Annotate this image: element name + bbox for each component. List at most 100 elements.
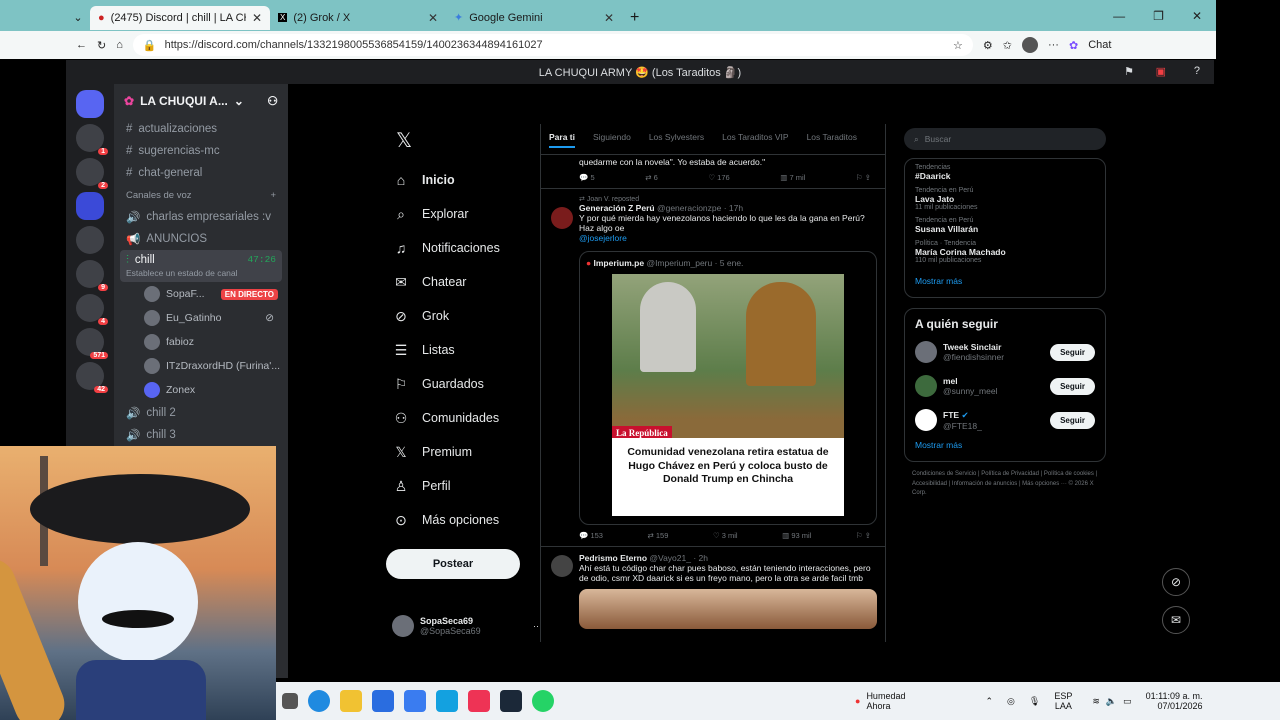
back-icon[interactable]: ←	[76, 39, 87, 51]
chat-button[interactable]: Chat	[1088, 39, 1111, 51]
post-button[interactable]: Postear	[386, 549, 520, 579]
steam-icon[interactable]	[500, 690, 522, 712]
tweet[interactable]: quedarme con la novela". Yo estaba de ac…	[541, 155, 885, 189]
discord-taskbar-icon[interactable]	[468, 690, 490, 712]
follow-suggestion[interactable]: mel @sunny_meel Seguir	[905, 369, 1105, 403]
server-icon[interactable]: 9	[76, 260, 108, 291]
close-window-icon[interactable]: ✕	[1192, 9, 1202, 23]
chevron-up-icon[interactable]: ⌃	[985, 696, 993, 707]
home-icon[interactable]: ⌂	[116, 39, 123, 51]
x-logo-icon[interactable]: 𝕏	[392, 128, 542, 153]
weather-widget[interactable]: ● Humedad Ahora	[855, 691, 905, 711]
repost-button[interactable]: ⇄ 6	[645, 173, 658, 182]
nav-chat[interactable]: ✉ Chatear	[392, 265, 542, 299]
nav-lists[interactable]: ☰ Listas	[392, 333, 542, 367]
announcement-channel[interactable]: 📢 ANUNCIOS	[114, 228, 288, 250]
inbox-icon[interactable]: ▣	[1156, 65, 1166, 78]
favorites-icon[interactable]: ✩	[1003, 39, 1012, 52]
maximize-icon[interactable]: ❐	[1153, 9, 1164, 23]
tab-gemini[interactable]: ✦ Google Gemini ✕	[446, 6, 622, 30]
follow-suggestion[interactable]: Tweek Sinclair @fiendishsinner Seguir	[905, 335, 1105, 369]
start-icon[interactable]	[282, 693, 298, 709]
wifi-icon[interactable]: ≋	[1092, 696, 1100, 707]
author-name[interactable]: Pedrismo Eterno	[579, 553, 647, 563]
nav-more[interactable]: ⊙ Más opciones	[392, 503, 542, 537]
mention-link[interactable]: @josejerlore	[579, 233, 627, 243]
trend-item[interactable]: Política · Tendencia María Corina Machado…	[905, 237, 1105, 267]
extensions-icon[interactable]: ⚙	[983, 39, 993, 52]
tray-icon[interactable]: ◎	[1007, 696, 1015, 707]
nav-home[interactable]: ⌂ Inicio	[392, 163, 542, 197]
whatsapp-icon[interactable]	[532, 690, 554, 712]
tab-grok[interactable]: X (2) Grok / X ✕	[270, 6, 446, 30]
voice-user[interactable]: Zonex	[114, 378, 288, 402]
new-tab-button[interactable]: +	[622, 6, 647, 30]
battery-icon[interactable]: ▭	[1123, 696, 1132, 707]
bookmark-icon[interactable]: ⚐ ⇪	[856, 173, 871, 182]
close-icon[interactable]: ✕	[428, 11, 438, 25]
bookmark-icon[interactable]: ⚐ ⇪	[856, 531, 871, 540]
add-channel-icon[interactable]: +	[270, 190, 276, 201]
show-more-link[interactable]: Mostrar más	[905, 437, 1105, 453]
avatar[interactable]	[551, 207, 573, 229]
reload-icon[interactable]: ↻	[97, 39, 106, 52]
help-icon[interactable]: ?	[1194, 65, 1200, 77]
nav-profile[interactable]: ♙ Perfil	[392, 469, 542, 503]
follow-button[interactable]: Seguir	[1050, 411, 1095, 429]
volume-icon[interactable]: 🔈	[1106, 696, 1117, 707]
store-icon[interactable]	[372, 690, 394, 712]
news-image[interactable]: La República Comunidad venezolana retira…	[612, 274, 844, 516]
input-language[interactable]: ESP LAA	[1054, 691, 1072, 711]
follow-button[interactable]: Seguir	[1050, 343, 1095, 361]
voice-user[interactable]: ITzDraxordHD (Furina'...	[114, 354, 288, 378]
nav-communities[interactable]: ⚇ Comunidades	[392, 401, 542, 435]
server-header[interactable]: ✿ LA CHUQUI A... ⌄ ⚇	[114, 84, 288, 118]
grok-float-icon[interactable]: ⊘	[1162, 568, 1190, 596]
follow-button[interactable]: Seguir	[1050, 377, 1095, 395]
tweet[interactable]: ⇄ Joan V. reposted Generación Z Perú @ge…	[541, 189, 885, 547]
clock[interactable]: 01:11:09 a. m. 07/01/2026	[1146, 691, 1203, 711]
repost-button[interactable]: ⇄ 159	[648, 531, 669, 540]
edge-icon[interactable]	[308, 690, 330, 712]
nav-bookmarks[interactable]: ⚐ Guardados	[392, 367, 542, 401]
invite-user-icon[interactable]: ⚇	[267, 94, 278, 108]
voice-user[interactable]: Eu_Gatinho ⊘	[114, 306, 288, 330]
profile-avatar[interactable]	[1021, 37, 1038, 53]
tab-list[interactable]: Los Sylvesters	[649, 132, 704, 148]
trend-item[interactable]: Tendencia en Perú Susana Villarán	[905, 214, 1105, 237]
discord-home-icon[interactable]	[76, 90, 104, 118]
voice-user[interactable]: SopaF... EN DIRECTO	[114, 282, 288, 306]
views-button[interactable]: ▥ 7 mil	[780, 173, 805, 182]
x-footer-links[interactable]: Condiciones de Servicio | Política de Pr…	[904, 470, 1106, 499]
close-icon[interactable]: ✕	[604, 11, 614, 25]
text-channel[interactable]: # chat-general	[114, 162, 288, 184]
server-folder-icon[interactable]	[76, 192, 104, 220]
flag-icon[interactable]: ⚑	[1124, 65, 1134, 78]
like-button[interactable]: ♡ 176	[708, 173, 729, 182]
tab-list-button[interactable]: ⌄	[66, 6, 90, 30]
follow-suggestion[interactable]: FTE ✔ @FTE18_ Seguir	[905, 403, 1105, 437]
more-menu-icon[interactable]: ···	[1048, 39, 1059, 51]
tab-list[interactable]: Los Taraditos VIP	[722, 132, 788, 148]
url-bar[interactable]: 🔒 https://discord.com/channels/133219800…	[132, 34, 973, 56]
active-voice-channel[interactable]: ⫶ chill 47:26 Establece un estado de canal	[120, 250, 282, 282]
tab-list[interactable]: Los Taraditos	[807, 132, 857, 148]
tab-for-you[interactable]: Para ti	[549, 132, 575, 148]
views-button[interactable]: ▥ 93 mil	[782, 531, 811, 540]
nav-explore[interactable]: ⌕ Explorar	[392, 197, 542, 231]
show-more-link[interactable]: Mostrar más	[905, 273, 1105, 289]
server-icon[interactable]: 42	[76, 362, 108, 393]
dropbox-icon[interactable]	[404, 690, 426, 712]
close-icon[interactable]: ✕	[252, 11, 262, 25]
tweet-media[interactable]	[579, 589, 877, 629]
voice-channel[interactable]: 🔊 chill 3	[114, 424, 288, 446]
server-icon[interactable]	[76, 226, 104, 254]
like-button[interactable]: ♡ 3 mil	[713, 531, 738, 540]
voice-user[interactable]: fabioz	[114, 330, 288, 354]
server-icon[interactable]: 1	[76, 124, 108, 155]
app-icon[interactable]	[436, 690, 458, 712]
voice-category-header[interactable]: Canales de voz +	[114, 184, 288, 206]
server-icon[interactable]: 571	[76, 328, 108, 359]
server-icon[interactable]: 4	[76, 294, 108, 325]
trend-item[interactable]: Tendencias #Daarick	[905, 161, 1105, 184]
